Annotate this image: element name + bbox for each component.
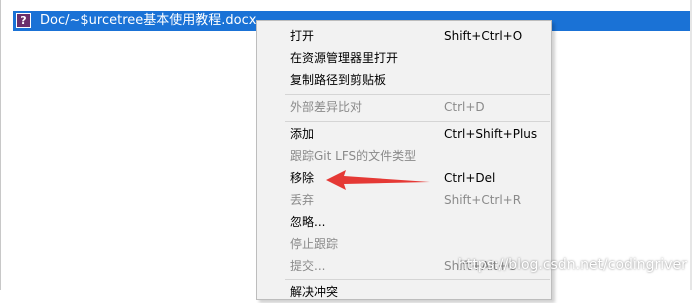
watermark: https://blog.csdn.net/codingriver xyxy=(458,257,687,273)
arrow-icon xyxy=(326,170,430,190)
red-arrow-annotation xyxy=(326,170,430,190)
